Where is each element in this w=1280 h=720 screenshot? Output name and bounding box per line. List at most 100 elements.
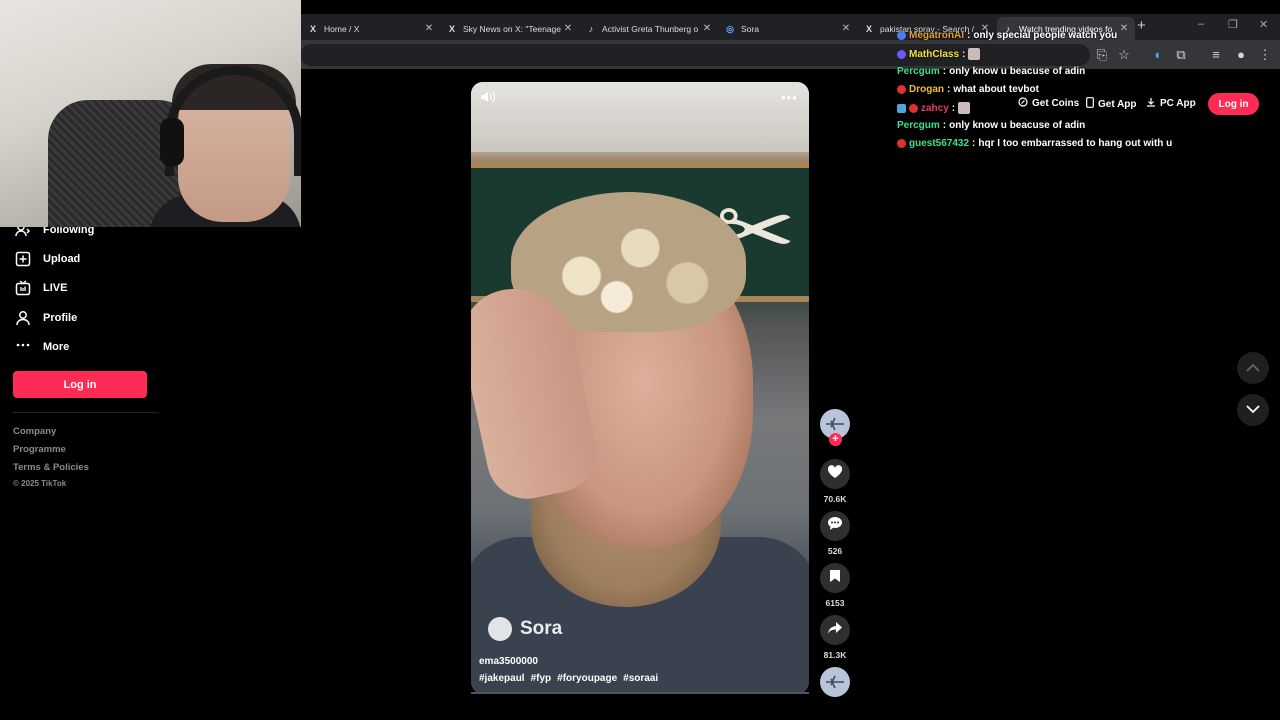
tab-sora[interactable]: ◎ Sora ✕ — [719, 17, 857, 40]
chat-username: guest567432 — [909, 138, 970, 149]
extension-icon[interactable]: ◖ — [1149, 47, 1165, 63]
bookmark-star-icon[interactable]: ☆ — [1116, 47, 1132, 63]
get-coins-link[interactable]: Get Coins — [1018, 97, 1079, 110]
chat-badge-icon — [897, 85, 906, 94]
video-ceiling — [471, 82, 809, 152]
tab-greta[interactable]: ♪ Activist Greta Thunberg o ✕ — [580, 17, 718, 40]
save-button[interactable] — [820, 563, 850, 593]
close-icon[interactable]: ✕ — [702, 23, 712, 34]
tab-title: Sky News on X: "Teenage — [463, 23, 561, 34]
comment-button[interactable] — [820, 511, 850, 541]
x-icon: X — [309, 23, 316, 34]
chevron-down-icon — [1246, 401, 1260, 419]
headset-earcup — [160, 118, 184, 166]
video-player[interactable]: ✂ — [471, 82, 809, 694]
live-icon — [15, 280, 31, 296]
sidebar-item-label: LIVE — [43, 282, 68, 294]
chat-separator: : — [942, 66, 947, 77]
puzzle-icon[interactable]: ⧉ — [1173, 47, 1189, 63]
chat-text: hqr I too embarrassed to hang out with u — [978, 138, 1173, 149]
chat-badge-icon — [897, 31, 906, 40]
chat-emote-icon — [968, 48, 981, 60]
tab-home-x[interactable]: X Home / X ✕ — [302, 17, 440, 40]
get-app-link[interactable]: Get App — [1086, 97, 1137, 111]
sidebar-item-label: Profile — [43, 312, 78, 324]
media-control-icon[interactable]: ≡ — [1208, 47, 1224, 63]
tab-sky-news[interactable]: X Sky News on X: "Teenage ✕ — [441, 17, 579, 40]
menu-kebab-icon[interactable]: ⋮ — [1257, 47, 1273, 63]
install-app-icon[interactable]: ⎘ — [1094, 47, 1110, 63]
header-login-button[interactable]: Log in — [1208, 93, 1259, 115]
comment-icon — [827, 516, 843, 536]
chat-text: only know u beacuse of adin — [949, 66, 1086, 77]
like-button[interactable] — [820, 459, 850, 489]
comment-count: 526 — [827, 546, 843, 556]
hashtag[interactable]: #fyp — [531, 673, 552, 684]
chat-username: Percgum — [897, 66, 940, 77]
close-icon[interactable]: ✕ — [424, 23, 434, 34]
chat-username: zahcy — [921, 102, 949, 114]
chat-username: Drogan — [909, 84, 944, 95]
window-close-button[interactable]: ✕ — [1259, 18, 1268, 31]
sora-icon: ◎ — [726, 23, 734, 34]
follow-plus-button[interactable]: + — [829, 433, 842, 446]
sidebar-login-button[interactable]: Log in — [13, 371, 147, 398]
chat-separator: : — [942, 120, 947, 131]
chat-text: only special people watch you — [973, 30, 1118, 41]
share-button[interactable] — [820, 615, 850, 645]
music-disc[interactable] — [820, 667, 850, 697]
chat-message: MathClass : — [897, 48, 981, 60]
close-icon[interactable]: ✕ — [841, 23, 851, 34]
chat-separator: : — [967, 30, 971, 41]
footer-link-terms[interactable]: Terms & Policies — [13, 462, 89, 473]
share-count: 81.3K — [823, 650, 847, 660]
video-more-options-icon[interactable]: ••• — [781, 90, 798, 105]
chat-message: zahcy : — [897, 102, 971, 114]
sidebar-item-profile[interactable]: Profile — [15, 310, 77, 326]
footer-link-company[interactable]: Company — [13, 426, 56, 437]
video-author[interactable]: ema3500000 — [479, 656, 538, 667]
hashtag[interactable]: #jakepaul — [479, 673, 525, 684]
footer-link-programme[interactable]: Programme — [13, 444, 66, 455]
video-hashtags: #jakepaul #fyp #foryoupage #soraai — [479, 673, 658, 684]
video-progress-bar[interactable] — [471, 692, 809, 694]
previous-video-button[interactable] — [1237, 352, 1269, 384]
sidebar-item-label: More — [43, 341, 70, 353]
more-icon — [15, 339, 31, 355]
copyright-text: © 2025 TikTok — [13, 479, 67, 488]
chat-username: MathClass — [909, 48, 960, 60]
tab-title: Activist Greta Thunberg o — [602, 23, 699, 34]
heart-icon — [827, 464, 843, 484]
pc-app-label: PC App — [1160, 98, 1196, 109]
screen: X Home / X ✕ X Sky News on X: "Teenage ✕… — [0, 0, 1280, 720]
next-video-button[interactable] — [1237, 394, 1269, 426]
minimize-button[interactable]: – — [1198, 18, 1204, 30]
sidebar-item-live[interactable]: LIVE — [15, 280, 67, 296]
close-icon[interactable]: ✕ — [563, 23, 573, 34]
hashtag[interactable]: #foryoupage — [557, 673, 617, 684]
pc-app-link[interactable]: PC App — [1146, 97, 1196, 110]
volume-icon[interactable] — [479, 90, 497, 104]
watermark-text: Sora — [520, 618, 563, 639]
tab-title: Sora — [741, 23, 759, 34]
new-tab-button[interactable]: + — [1137, 17, 1146, 34]
chat-badge-icon — [897, 103, 906, 113]
bookmark-icon — [829, 569, 841, 588]
maximize-button[interactable]: ❐ — [1228, 18, 1238, 31]
like-count: 70.6K — [823, 494, 847, 504]
chat-text: only know u beacuse of adin — [949, 120, 1086, 131]
x-icon: X — [865, 23, 872, 34]
sidebar-item-more[interactable]: More — [15, 339, 69, 355]
sidebar-item-upload[interactable]: Upload — [15, 251, 80, 267]
chat-message: guest567432 : hqr I too embarrassed to h… — [897, 138, 1172, 149]
chat-message: Drogan : what about tevbot — [897, 84, 1039, 95]
download-icon — [1146, 97, 1156, 110]
phone-icon — [1086, 97, 1094, 111]
get-coins-label: Get Coins — [1032, 98, 1080, 109]
hashtag[interactable]: #soraai — [623, 673, 658, 684]
profile-avatar-icon[interactable]: ● — [1233, 47, 1249, 63]
chat-separator: : — [951, 102, 956, 114]
chat-emote-icon — [958, 102, 971, 114]
x-icon: X — [448, 23, 455, 34]
close-icon[interactable]: ✕ — [1119, 23, 1129, 34]
